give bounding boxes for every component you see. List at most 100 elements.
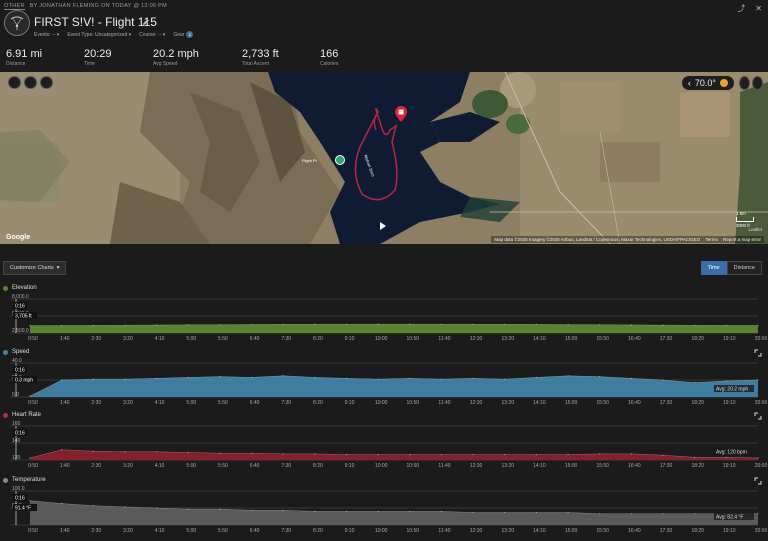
cursor-time: 0:16: [15, 431, 25, 437]
expand-icon[interactable]: [754, 477, 762, 485]
speed-panel: Speed 40.020.00.00:160.3 mphAvg: 20.2 mp…: [0, 349, 768, 409]
x-tick-label: 14:10: [533, 336, 546, 342]
heart-rate-chart[interactable]: 1601401200:16Avg: 120 bpm0:501:402:303:2…: [0, 420, 768, 472]
data-point: [219, 376, 221, 378]
toggle-distance[interactable]: Distance: [726, 261, 762, 275]
data-point: [599, 324, 601, 326]
course-dropdown[interactable]: Course: -- ▾: [139, 32, 165, 38]
activity-header: OTHER BY JONATHAN FLEMING ON TODAY @ 12:…: [0, 0, 768, 46]
start-marker-label: Flight Pt: [302, 158, 317, 163]
close-icon[interactable]: ✕: [755, 5, 762, 13]
x-tick-label: 5:50: [218, 528, 228, 534]
series-dot: [3, 285, 8, 291]
fullscreen-icon[interactable]: [752, 76, 763, 90]
data-point: [251, 376, 253, 378]
data-point: [567, 375, 569, 377]
x-tick-label: 18:20: [691, 400, 704, 406]
x-tick-label: 18:20: [691, 463, 704, 469]
byline-text: BY JONATHAN FLEMING ON TODAY @ 12:06 PM: [29, 3, 167, 9]
events-dropdown[interactable]: Events: -- ▾: [34, 32, 59, 38]
panel-title: Heart Rate: [12, 412, 42, 418]
x-tick-label: 15:50: [596, 528, 609, 534]
cursor-value: 0.3 mph: [15, 378, 33, 384]
finish-marker-icon[interactable]: [395, 106, 407, 124]
data-point: [29, 500, 31, 502]
map-layer-button-2[interactable]: [24, 76, 37, 89]
cursor-time: 0:16: [15, 304, 25, 310]
stat-label: Total Ascent: [242, 61, 269, 67]
y-tick-label: 0.0: [12, 392, 19, 398]
series-dot: [3, 349, 8, 355]
x-tick-label: 14:10: [533, 528, 546, 534]
data-point: [314, 323, 316, 325]
satellite-imagery: [0, 72, 768, 244]
start-marker-icon[interactable]: [335, 155, 345, 165]
weather-prev-icon[interactable]: ‹: [688, 78, 691, 88]
leaflet-link[interactable]: Leaflet: [748, 227, 762, 232]
terms-link[interactable]: Terms: [705, 237, 717, 242]
stat-value: 20:29: [84, 48, 112, 60]
y-tick-label: 8,000.0: [12, 294, 29, 300]
data-point: [440, 454, 443, 456]
x-tick-label: 6:40: [250, 400, 260, 406]
data-point: [694, 324, 696, 326]
x-tick-label: 3:20: [123, 336, 133, 342]
stat-label: Distance: [6, 61, 26, 67]
gear-link[interactable]: Gear 1: [173, 31, 194, 38]
data-point: [377, 454, 379, 456]
temperature-chart[interactable]: 100.080.00:1691.4 °FAvg: 82.4 °F0:501:40…: [0, 485, 768, 537]
edit-pencil-icon[interactable]: [142, 18, 150, 26]
data-point: [662, 324, 664, 326]
data-point: [92, 505, 94, 507]
owner-select[interactable]: OTHER: [4, 3, 25, 10]
share-icon[interactable]: ⤴: [737, 5, 745, 13]
data-point: [282, 375, 284, 377]
map-layer-button-1[interactable]: [8, 76, 21, 89]
data-point: [282, 453, 284, 455]
customize-charts-button[interactable]: Customize Charts ▾: [3, 261, 67, 275]
x-tick-label: 8:20: [313, 528, 323, 534]
events-label: Events: --: [34, 31, 56, 38]
x-tick-label: 14:10: [533, 463, 546, 469]
data-point: [472, 377, 474, 379]
elevation-chart[interactable]: 8,000.05,000.02,500.00:163,705 ft0:501:4…: [0, 293, 768, 345]
data-point: [472, 454, 474, 456]
x-tick-label: 18:20: [691, 528, 704, 534]
x-tick-label: 20:00: [755, 463, 768, 469]
x-tick-label: 1:40: [60, 463, 70, 469]
map-attribution: Map data ©2025 Imagery ©2025 Airbus, Lan…: [491, 236, 764, 243]
data-point: [156, 377, 158, 379]
x-tick-label: 2:30: [91, 400, 101, 406]
layers-icon[interactable]: [40, 76, 53, 89]
data-point: [535, 376, 538, 378]
x-tick-label: 4:10: [155, 528, 165, 534]
moon-icon[interactable]: [739, 76, 750, 90]
expand-icon[interactable]: [754, 349, 762, 357]
toggle-time[interactable]: Time: [700, 261, 727, 275]
x-tick-label: 16:40: [628, 463, 641, 469]
data-point: [567, 324, 569, 326]
data-point: [345, 323, 348, 325]
x-tick-label: 19:10: [723, 336, 736, 342]
x-tick-label: 3:20: [123, 528, 133, 534]
x-tick-label: 7:30: [281, 400, 291, 406]
x-tick-label: 19:10: [723, 463, 736, 469]
event-type-dropdown[interactable]: Event Type: Uncategorized ▾: [67, 32, 131, 38]
byline: OTHER BY JONATHAN FLEMING ON TODAY @ 12:…: [4, 3, 167, 10]
data-point: [377, 378, 379, 380]
panel-header: Speed: [3, 349, 29, 355]
data-point: [662, 379, 664, 381]
route-map[interactable]: ‹ 70.0° Flight Pt Mulcarr Dam Google 1 k…: [0, 72, 768, 244]
play-icon[interactable]: [380, 222, 386, 230]
x-tick-label: 15:50: [596, 463, 609, 469]
data-point: [314, 453, 316, 455]
expand-icon[interactable]: [754, 412, 762, 420]
report-link[interactable]: Report a map error: [723, 237, 761, 242]
activity-type-avatar[interactable]: [4, 10, 30, 36]
x-tick-label: 5:00: [186, 336, 196, 342]
speed-chart[interactable]: 40.020.00.00:160.3 mphAvg: 20.2 mph0:501…: [0, 357, 768, 409]
data-point: [504, 323, 506, 325]
weather-widget[interactable]: ‹ 70.0°: [681, 76, 734, 90]
data-point: [694, 513, 696, 515]
x-tick-label: 11:40: [438, 336, 450, 342]
